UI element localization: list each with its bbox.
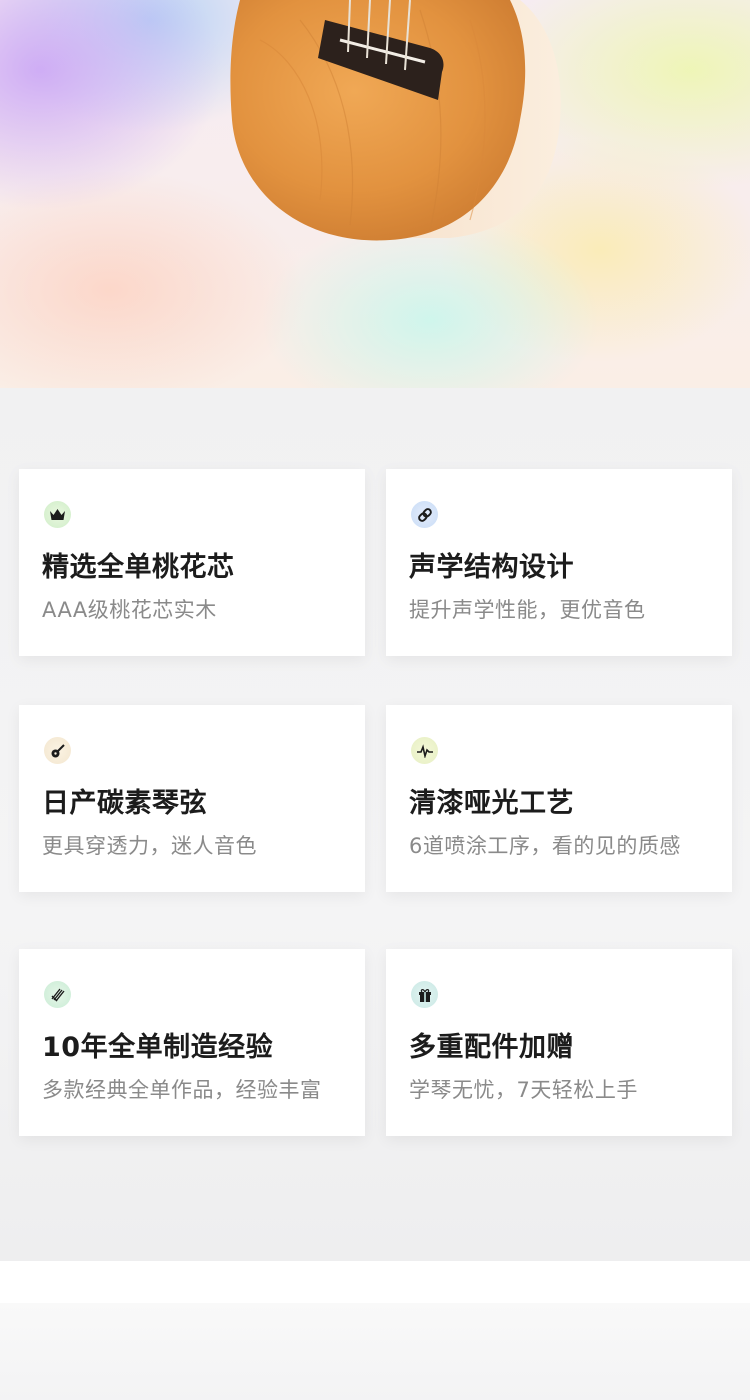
gift-icon <box>411 981 438 1008</box>
feature-title: 声学结构设计 <box>409 552 574 583</box>
hero-banner <box>0 0 750 388</box>
link-icon <box>411 501 438 528</box>
feature-title: 日产碳素琴弦 <box>42 788 207 819</box>
feature-description: 多款经典全单作品，经验丰富 <box>42 1078 322 1102</box>
features-section: 精选全单桃花芯 AAA级桃花芯实木 声学结构设计 提升声学性能，更优音色 日产碳… <box>0 388 750 1261</box>
feature-card: 声学结构设计 提升声学性能，更优音色 <box>386 469 732 656</box>
feature-card: 日产碳素琴弦 更具穿透力，迷人音色 <box>19 705 365 892</box>
guitar-icon <box>44 737 71 764</box>
feature-description: 学琴无忧，7天轻松上手 <box>409 1078 638 1102</box>
feature-description: 更具穿透力，迷人音色 <box>42 834 257 858</box>
crown-icon <box>44 501 71 528</box>
ukulele-image <box>230 0 561 241</box>
feature-description: 6道喷涂工序，看的见的质感 <box>409 834 681 858</box>
waveform-icon <box>411 737 438 764</box>
feature-card: 10年全单制造经验 多款经典全单作品，经验丰富 <box>19 949 365 1136</box>
bottom-divider <box>0 1261 750 1303</box>
feature-title: 清漆哑光工艺 <box>409 788 574 819</box>
feature-card: 精选全单桃花芯 AAA级桃花芯实木 <box>19 469 365 656</box>
feature-description: AAA级桃花芯实木 <box>42 598 217 622</box>
bottom-area <box>0 1303 750 1400</box>
feature-description: 提升声学性能，更优音色 <box>409 598 646 622</box>
feature-card: 清漆哑光工艺 6道喷涂工序，看的见的质感 <box>386 705 732 892</box>
strings-icon <box>44 981 71 1008</box>
feature-card: 多重配件加赠 学琴无忧，7天轻松上手 <box>386 949 732 1136</box>
feature-title: 多重配件加赠 <box>409 1032 574 1063</box>
feature-title: 10年全单制造经验 <box>42 1032 274 1063</box>
feature-title: 精选全单桃花芯 <box>42 552 235 583</box>
